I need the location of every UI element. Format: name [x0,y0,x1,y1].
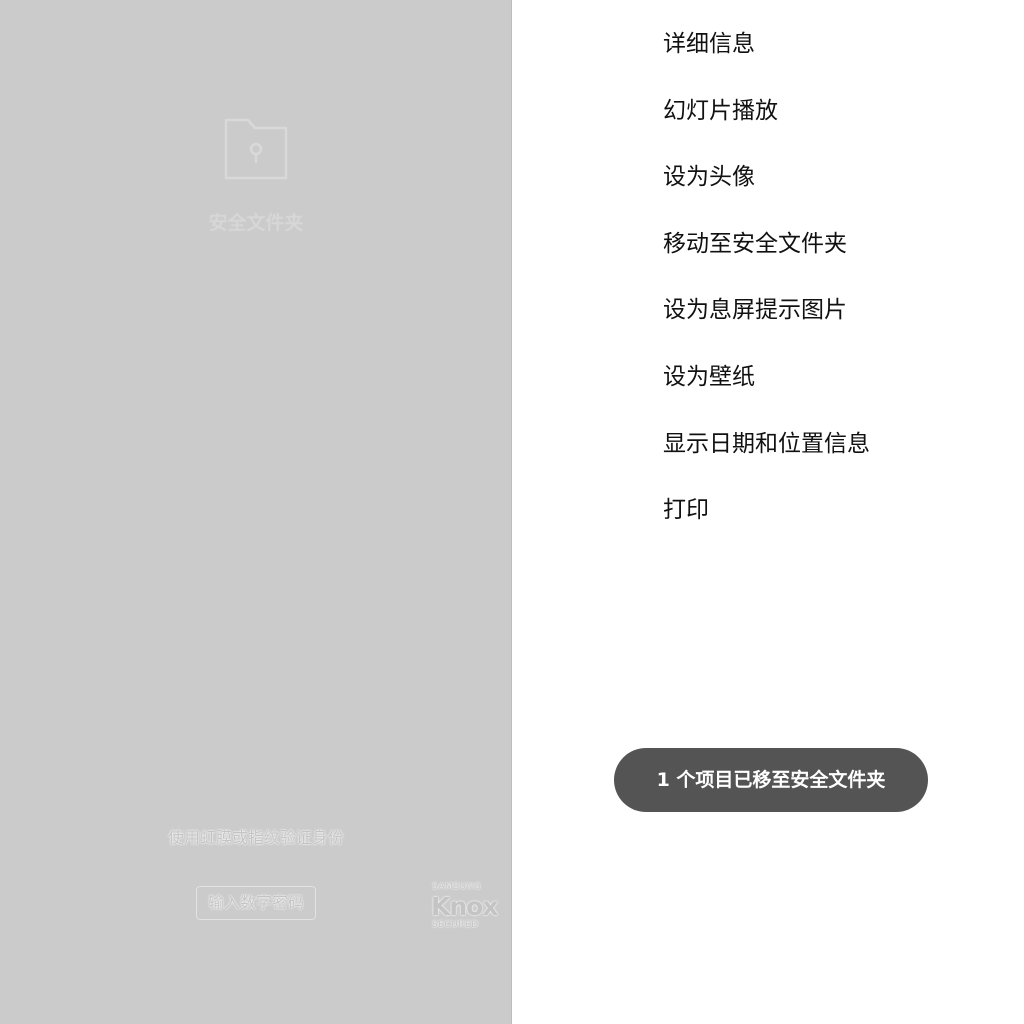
knox-name: Knox [431,892,498,921]
locked-folder-icon [224,118,288,180]
enter-pin-button[interactable]: 输入数字密码 [196,886,316,920]
verify-identity-prompt: 使用虹膜或指纹验证身份 [167,828,344,847]
menu-item-details[interactable]: 详细信息 [663,26,1003,93]
menu-item-set-as-avatar[interactable]: 设为头像 [663,159,1003,226]
toast-notification: 1 个项目已移至安全文件夹 [614,748,928,812]
menu-item-set-as-wallpaper[interactable]: 设为壁纸 [663,359,1003,426]
menu-item-set-as-aod-image[interactable]: 设为息屏提示图片 [663,292,1003,359]
menu-item-move-to-secure-folder[interactable]: 移动至安全文件夹 [663,226,1003,293]
screen: 安全文件夹 使用虹膜或指纹验证身份 输入数字密码 SAMSUNG Knox SE… [0,0,1024,1024]
knox-logo: SAMSUNG Knox SECURED [428,880,498,936]
menu-item-show-date-location[interactable]: 显示日期和位置信息 [663,426,1003,493]
menu-item-print[interactable]: 打印 [663,492,1003,559]
knox-brand: SAMSUNG [432,882,482,892]
knox-subtitle: SECURED [432,920,479,930]
context-menu: 详细信息 幻灯片播放 设为头像 移动至安全文件夹 设为息屏提示图片 设为壁纸 显… [663,26,1003,559]
secure-folder-panel: 安全文件夹 使用虹膜或指纹验证身份 输入数字密码 SAMSUNG Knox SE… [0,0,512,1024]
menu-item-slideshow[interactable]: 幻灯片播放 [663,93,1003,160]
secure-folder-title: 安全文件夹 [208,212,304,234]
